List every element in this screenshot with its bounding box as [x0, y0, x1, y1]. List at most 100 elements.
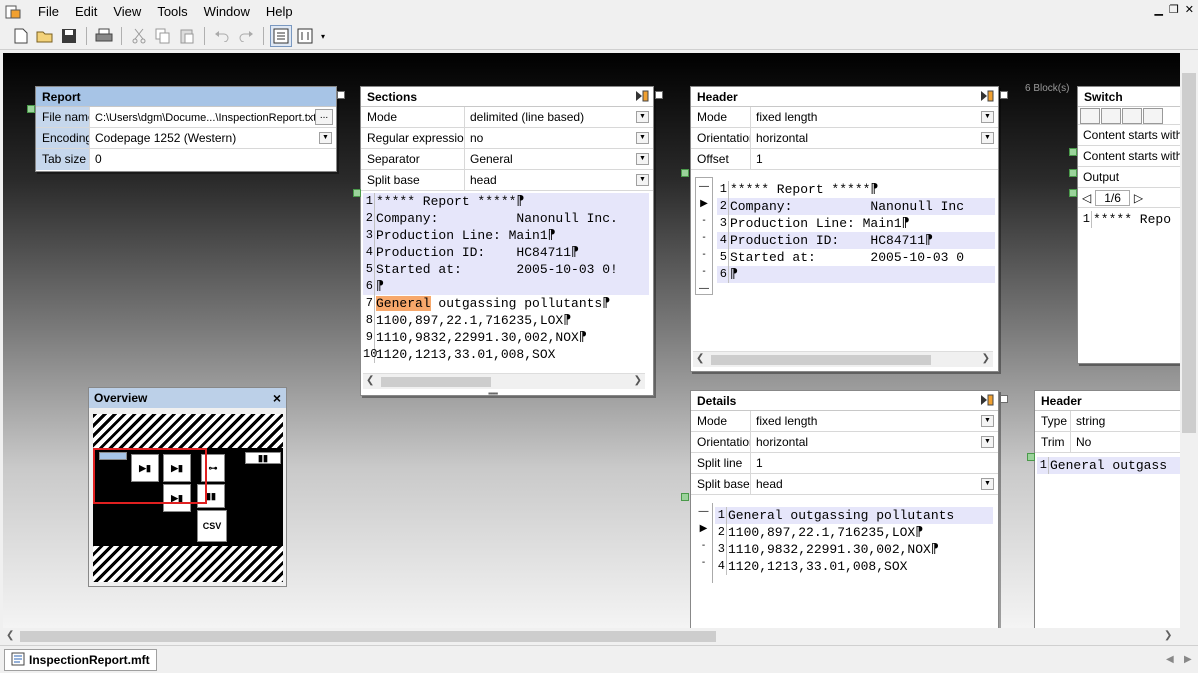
menu-window[interactable]: Window — [196, 0, 258, 23]
header-field-type-value[interactable]: string — [1071, 411, 1180, 431]
header-input-connector[interactable] — [681, 169, 689, 177]
switch-input-connector[interactable] — [1069, 189, 1077, 197]
filename-field[interactable]: C:\Users\dgm\Docume...\InspectionReport.… — [90, 107, 336, 127]
report-output-connector[interactable] — [337, 91, 345, 99]
chevron-down-icon[interactable]: ▼ — [981, 436, 994, 448]
header-component[interactable]: Header Mode fixed length ▼ Orientation ho… — [690, 86, 999, 372]
chevron-down-icon[interactable]: ▼ — [981, 415, 994, 427]
header-line-gutter[interactable]: — ▶ - - - - — — [695, 177, 713, 295]
header-mode-select[interactable]: fixed length ▼ — [751, 107, 998, 127]
switch-input-connector[interactable] — [1069, 169, 1077, 177]
menu-view[interactable]: View — [105, 0, 149, 23]
scroll-thumb[interactable] — [711, 355, 931, 365]
chevron-down-icon[interactable]: ▼ — [981, 132, 994, 144]
header-field-title[interactable]: Header — [1035, 391, 1180, 411]
copy-icon[interactable] — [152, 25, 174, 47]
redo-icon[interactable] — [235, 25, 257, 47]
scroll-right-icon[interactable]: ❯ — [634, 375, 642, 386]
overview-map[interactable]: ▶▮ ▶▮ ⊶ ▮▮ ▶▮ ▮▮ CSV — [93, 414, 283, 582]
sections-regex-select[interactable]: no ▼ — [465, 128, 653, 148]
sections-title[interactable]: Sections — [361, 87, 653, 107]
scroll-left-icon[interactable]: ❮ — [366, 375, 374, 386]
auto-collapse-icon[interactable] — [270, 25, 292, 47]
sections-separator-select[interactable]: General ▼ — [465, 149, 653, 169]
canvas-vertical-scrollbar[interactable] — [1180, 53, 1198, 628]
overview-panel[interactable]: Overview × ▶▮ ▶▮ ⊶ ▮▮ ▶▮ ▮▮ CSV — [88, 387, 287, 587]
overview-viewport-rect[interactable] — [93, 448, 207, 504]
chevron-down-icon[interactable]: ▼ — [636, 111, 649, 123]
sections-splitbase-select[interactable]: head ▼ — [465, 170, 653, 190]
layout-toggle-icon[interactable] — [294, 25, 316, 47]
chevron-down-icon[interactable]: ▼ — [319, 132, 332, 144]
sections-mode-select[interactable]: delimited (line based) ▼ — [465, 107, 653, 127]
header-preview[interactable]: 1 ***** Report *****⁋ 2 Company: Nanonull … — [717, 181, 995, 285]
minimize-icon[interactable]: ▁ — [1154, 3, 1162, 16]
menu-tools[interactable]: Tools — [149, 0, 195, 23]
toolbar-overflow-icon[interactable]: ▾ — [318, 25, 328, 47]
document-tab[interactable]: InspectionReport.mft — [4, 649, 157, 671]
report-input-connector[interactable] — [27, 105, 35, 113]
report-title[interactable]: Report — [36, 87, 336, 107]
save-icon[interactable] — [58, 25, 80, 47]
print-icon[interactable] — [93, 25, 115, 47]
next-icon[interactable]: ▷ — [1134, 191, 1143, 205]
header-preview-scrollbar[interactable]: ❮ ❯ — [693, 351, 993, 367]
switch-row[interactable]: Content starts with ... — [1078, 146, 1180, 167]
chevron-down-icon[interactable]: ▼ — [981, 478, 994, 490]
header-offset-field[interactable]: 1 — [751, 149, 998, 169]
chevron-down-icon[interactable]: ▼ — [981, 111, 994, 123]
browse-button[interactable]: ... — [315, 109, 333, 125]
sections-preview[interactable]: 1 ***** Report *****⁋ 2 Company: Nanonull … — [363, 193, 649, 365]
resize-grip-icon[interactable]: ▪▪▪▪▪ — [488, 389, 498, 398]
sections-preview-scrollbar[interactable]: ❮ ❯ — [363, 373, 645, 389]
header-field-preview[interactable]: 1 General outgass — [1037, 457, 1180, 477]
undo-icon[interactable] — [211, 25, 233, 47]
encoding-select[interactable]: Codepage 1252 (Western) ▼ — [90, 128, 336, 148]
menu-edit[interactable]: Edit — [67, 0, 105, 23]
sections-output-connector[interactable] — [655, 91, 663, 99]
details-input-connector[interactable] — [681, 493, 689, 501]
switch-row[interactable]: Content starts with ... — [1078, 125, 1180, 146]
switch-tool-button[interactable] — [1122, 108, 1142, 124]
header-output-connector[interactable] — [1000, 91, 1008, 99]
switch-title[interactable]: Switch — [1078, 87, 1180, 107]
details-mode-select[interactable]: fixed length ▼ — [751, 411, 998, 431]
scroll-left-icon[interactable]: ❮ — [6, 630, 14, 641]
switch-tool-button[interactable] — [1143, 108, 1163, 124]
chevron-down-icon[interactable]: ▼ — [636, 132, 649, 144]
chevron-down-icon[interactable]: ▼ — [636, 153, 649, 165]
scroll-thumb[interactable] — [20, 631, 716, 642]
report-component[interactable]: Report File name C:\Users\dgm\Docume...\… — [35, 86, 337, 172]
details-preview[interactable]: 1 General outgassing pollutants 2 1100,897… — [715, 507, 993, 577]
scroll-right-icon[interactable]: ❯ — [982, 353, 990, 364]
details-orientation-select[interactable]: horizontal ▼ — [751, 432, 998, 452]
menu-file[interactable]: File — [30, 0, 67, 23]
header-field-trim-value[interactable]: No — [1071, 432, 1180, 452]
sections-component[interactable]: Sections Mode delimited (line based) ▼ Re… — [360, 86, 654, 398]
menu-help[interactable]: Help — [258, 0, 301, 23]
details-component[interactable]: Details Mode fixed length ▼ Orientation h… — [690, 390, 999, 628]
switch-preview[interactable]: 1 ***** Repo — [1080, 211, 1180, 231]
header-title[interactable]: Header — [691, 87, 998, 107]
scroll-left-icon[interactable]: ❮ — [696, 353, 704, 364]
sections-input-connector[interactable] — [353, 189, 361, 197]
scroll-thumb[interactable] — [381, 377, 491, 387]
scroll-thumb[interactable] — [1182, 73, 1196, 433]
switch-tool-button[interactable] — [1101, 108, 1121, 124]
restore-icon[interactable]: ❐ — [1169, 3, 1179, 16]
details-line-gutter[interactable]: — ▶ - - — [695, 503, 713, 583]
scroll-right-icon[interactable]: ❯ — [1164, 630, 1172, 641]
cut-icon[interactable] — [128, 25, 150, 47]
tabsize-field[interactable]: 0 — [90, 149, 336, 170]
new-file-icon[interactable] — [10, 25, 32, 47]
details-output-connector[interactable] — [1000, 395, 1008, 403]
close-icon[interactable]: × — [273, 388, 281, 408]
tab-scroll-left-icon[interactable]: ◀ — [1166, 654, 1174, 665]
details-splitline-field[interactable]: 1 — [751, 453, 998, 473]
paste-icon[interactable] — [176, 25, 198, 47]
prev-icon[interactable]: ◁ — [1082, 191, 1091, 205]
switch-input-connector[interactable] — [1069, 148, 1077, 156]
switch-tool-button[interactable] — [1080, 108, 1100, 124]
open-folder-icon[interactable] — [34, 25, 56, 47]
canvas-horizontal-scrollbar[interactable]: ❮ ❯ — [0, 628, 1180, 645]
